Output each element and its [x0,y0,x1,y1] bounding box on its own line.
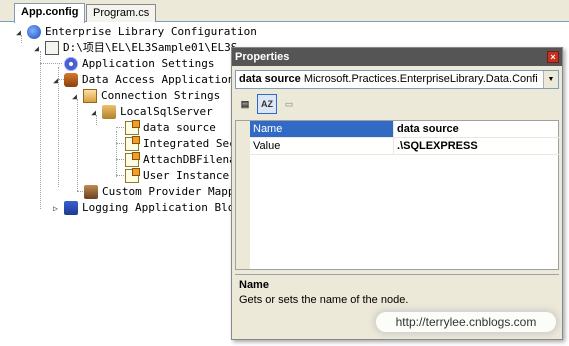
tree-node-user-instance[interactable]: User Instance [125,168,229,184]
tab-program-cs[interactable]: Program.cs [86,4,157,22]
tree-node-label: Connection Strings [101,89,221,102]
property-value[interactable]: .\SQLEXPRESS [394,138,478,154]
tree-node-attach-db-filename[interactable]: AttachDBFilenam [125,152,242,168]
properties-toolbar: ▤ AZ ▭ [235,93,299,115]
collapse-icon[interactable]: ◢ [51,76,60,85]
properties-window[interactable]: Properties × data source Microsoft.Pract… [231,47,563,340]
tree-node-connection-strings[interactable]: ◢ Connection Strings [70,88,220,104]
collapse-icon[interactable]: ◢ [89,108,98,117]
tree-node-label: Logging Application Bloc [82,201,241,214]
property-value[interactable]: data source [394,121,459,137]
watermark-url: http://terrylee.cnblogs.com [376,312,556,332]
tree-node-application-settings[interactable]: Application Settings [64,56,214,72]
property-row-name[interactable]: Name data source [250,121,559,138]
tree-node-data-access[interactable]: ◢ Data Access Application [51,72,234,88]
tree-node-label: Data Access Application [82,73,235,86]
tree-node-label: Custom Provider Mappi [102,185,242,198]
connection-icon [102,105,116,119]
tree-node-label: Enterprise Library Configuration [45,25,257,38]
property-key: Value [250,138,394,154]
tree-node-local-sql-server[interactable]: ◢ LocalSqlServer [89,104,213,120]
provider-mappings-icon [84,185,98,199]
document-tab-strip: App.config Program.cs [0,0,569,23]
connection-strings-icon [83,89,97,103]
properties-title: Properties [235,51,290,63]
config-file-icon [45,41,59,55]
property-key: Name [250,121,394,137]
tree-node-data-source[interactable]: data source [125,120,216,136]
selected-object-type: Microsoft.Practices.EnterpriseLibrary.Da… [303,73,538,85]
property-pages-icon: ▭ [284,98,294,109]
tree-node-config-file[interactable]: ◢ D:\项目\EL\EL3Sample01\EL3S [32,40,237,56]
logging-block-icon [64,201,78,215]
chevron-down-icon[interactable]: ▼ [543,71,558,88]
tree-node-integrated-security[interactable]: Integrated Secu [125,136,242,152]
categorized-button[interactable]: ▤ [235,94,255,114]
tree-node-custom-provider-mappings[interactable]: Custom Provider Mappi [84,184,241,200]
sort-alphabetical-icon: AZ [261,99,273,109]
parameter-icon [125,168,140,183]
tree-node-label: Integrated Secu [143,137,243,150]
parameter-icon [125,120,140,135]
description-title: Name [239,279,269,291]
grid-gutter [236,121,250,269]
parameter-icon [125,136,140,151]
property-pages-button[interactable]: ▭ [279,94,299,114]
alphabetical-button[interactable]: AZ [257,94,277,114]
object-selector-dropdown[interactable]: data source Microsoft.Practices.Enterpri… [235,70,559,89]
enterprise-library-icon [27,25,41,39]
description-text: Gets or sets the name of the node. [239,294,409,306]
collapse-icon[interactable]: ◢ [32,44,41,53]
property-grid: Name data source Value .\SQLEXPRESS [235,120,559,270]
tree-node-root[interactable]: ◢ Enterprise Library Configuration [14,24,257,40]
tree-node-label: Application Settings [82,57,215,70]
collapse-icon[interactable]: ◢ [70,92,79,101]
data-access-block-icon [64,73,78,87]
close-icon[interactable]: × [547,51,559,63]
tree-node-label: LocalSqlServer [120,105,213,118]
tree-node-label: D:\项目\EL\EL3Sample01\EL3S [63,41,238,54]
tree-node-label: data source [143,121,216,134]
tree-node-label: User Instance [143,169,230,182]
settings-gear-icon [64,57,78,71]
expand-icon[interactable]: ▷ [51,204,60,213]
categorized-icon: ▤ [240,98,250,109]
property-row-value[interactable]: Value .\SQLEXPRESS [250,138,559,155]
collapse-icon[interactable]: ◢ [14,28,23,37]
parameter-icon [125,152,140,167]
properties-title-bar[interactable]: Properties × [232,48,562,66]
tree-node-label: AttachDBFilenam [143,153,243,166]
tab-app-config[interactable]: App.config [14,3,86,23]
tree-node-logging[interactable]: ▷ Logging Application Bloc [51,200,241,216]
selected-object-name: data source [239,73,301,85]
